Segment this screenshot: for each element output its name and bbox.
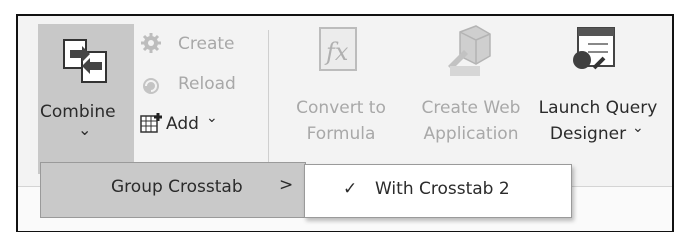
combine-icon	[63, 39, 107, 83]
create-button[interactable]: Create	[178, 34, 235, 54]
create-web-application-line1[interactable]: Create Web	[422, 98, 521, 118]
chevron-down-icon: ⌄	[78, 120, 92, 139]
chevron-down-icon: ⌄	[632, 120, 644, 136]
add-button[interactable]: Add	[166, 114, 199, 134]
ribbon-window: Combine ⌄ Create Reload Add ⌄ fx Convert	[16, 14, 674, 232]
combine-button[interactable]: Combine ⌄	[38, 24, 134, 174]
check-icon: ✓	[343, 179, 358, 199]
create-icon	[141, 33, 161, 53]
crosstab-flyout-menu: ✓ With Crosstab 2	[304, 164, 572, 218]
add-icon	[140, 113, 162, 133]
chevron-down-icon: ⌄	[206, 110, 218, 126]
reload-icon	[143, 78, 159, 94]
web-app-icon	[448, 25, 491, 76]
convert-to-formula-line1[interactable]: Convert to	[296, 98, 386, 118]
with-crosstab-2-item[interactable]: With Crosstab 2	[375, 179, 510, 199]
query-designer-icon	[573, 27, 615, 70]
svg-text:fx: fx	[324, 38, 349, 66]
convert-to-formula-line2[interactable]: Formula	[307, 124, 376, 144]
combine-label: Combine	[40, 102, 116, 122]
group-crosstab-label: Group Crosstab	[111, 177, 243, 197]
group-crosstab-menu-item[interactable]: Group Crosstab >	[40, 162, 306, 218]
formula-icon: fx	[319, 27, 357, 71]
launch-query-designer-line2[interactable]: Designer	[550, 124, 626, 144]
launch-query-designer-line1[interactable]: Launch Query	[539, 98, 658, 118]
reload-button[interactable]: Reload	[178, 74, 236, 94]
ribbon-toolbar: Combine ⌄ Create Reload Add ⌄ fx Convert	[18, 16, 672, 186]
chevron-right-icon: >	[279, 175, 294, 195]
create-web-application-line2[interactable]: Application	[424, 124, 519, 144]
ribbon-separator	[268, 30, 269, 174]
